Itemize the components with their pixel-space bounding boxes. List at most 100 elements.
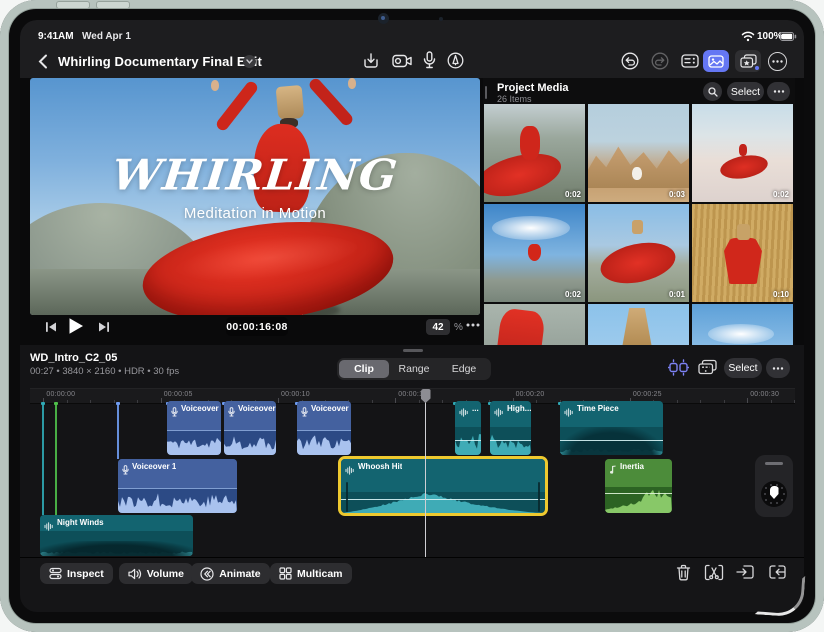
zoom-level-value[interactable]: 42	[426, 319, 450, 335]
timeline-clip-inertia[interactable]: Inertia	[605, 459, 672, 513]
panel-resize-handle[interactable]	[485, 86, 487, 99]
play-button[interactable]	[68, 317, 84, 335]
thumb-figure	[708, 324, 774, 344]
search-icon[interactable]	[703, 82, 722, 101]
media-thumbnail[interactable]: 0:02	[692, 104, 793, 202]
media-thumbnail[interactable]	[484, 304, 585, 345]
media-thumbnail[interactable]: 0:02	[484, 104, 585, 202]
volume-button[interactable]: Volume	[118, 563, 193, 584]
video-viewer[interactable]: WHIRLING Meditation in Motion	[30, 78, 480, 315]
timeline-clip-voiceover-2[interactable]: Voiceover 2	[167, 401, 221, 455]
timeline-drag-handle[interactable]	[403, 349, 423, 352]
media-more-icon[interactable]	[767, 82, 790, 101]
jog-tick	[765, 498, 768, 501]
timeline-clip--[interactable]: ...	[455, 401, 481, 455]
clip-label: Inertia	[620, 462, 645, 471]
timeline-clip-voiceover-2[interactable]: Voiceover 2	[224, 401, 276, 455]
timecode-display[interactable]: 00:00:16:08	[226, 317, 288, 336]
blade-cut-icon[interactable]	[704, 564, 724, 581]
skip-back-icon[interactable]	[45, 321, 57, 333]
stickers-icon[interactable]	[735, 50, 761, 72]
segment-edge[interactable]: Edge	[439, 360, 489, 378]
back-button[interactable]	[38, 54, 48, 69]
thumb-figure-2	[737, 224, 750, 240]
jog-tick	[770, 502, 773, 505]
clip-header: Time Piece	[560, 401, 663, 427]
timeline-clip-voiceover-1[interactable]: Voiceover 1	[118, 459, 237, 513]
browser-icon[interactable]	[681, 54, 699, 68]
ruler-tick	[113, 400, 115, 403]
ruler-tick	[418, 400, 420, 403]
camera-icon[interactable]	[392, 54, 413, 68]
ruler-tick	[395, 398, 397, 403]
more-icon[interactable]	[768, 52, 787, 71]
volume-button-down	[96, 1, 130, 9]
dancer-hat	[275, 84, 305, 121]
timeline-clip-time-piece[interactable]: Time Piece	[560, 401, 663, 455]
media-browser-icon[interactable]	[703, 50, 729, 72]
clip-header: High...	[490, 401, 531, 427]
skip-forward-icon[interactable]	[98, 321, 110, 333]
thumb-figure	[596, 236, 680, 290]
jog-handle	[765, 462, 783, 465]
clip-label: Voiceover 2	[181, 404, 221, 413]
media-thumbnail[interactable]	[588, 304, 689, 345]
mic-icon	[301, 404, 308, 422]
volume-line	[490, 440, 531, 441]
magnetic-timeline-icon[interactable]	[668, 359, 689, 376]
draw-pencil-icon[interactable]	[447, 52, 464, 69]
media-thumbnail[interactable]: 0:03	[588, 104, 689, 202]
redo-icon[interactable]	[651, 52, 669, 70]
animate-button[interactable]: Animate	[191, 563, 270, 584]
media-select-button[interactable]: Select	[727, 82, 764, 101]
dancer-hand-left	[211, 80, 219, 91]
microphone-icon[interactable]	[423, 51, 436, 69]
ruler-tick	[723, 400, 725, 403]
viewer-more-icon[interactable]	[466, 323, 480, 327]
thumb-figure	[724, 238, 762, 284]
timeline-clip-whoosh-hit[interactable]: Whoosh Hit	[338, 456, 548, 516]
media-thumbnail[interactable]: 0:02	[484, 204, 585, 302]
segment-range[interactable]: Range	[389, 360, 439, 378]
connect-clip-icon[interactable]	[698, 359, 718, 375]
jog-dial[interactable]	[761, 481, 787, 507]
wave-icon	[494, 404, 504, 422]
media-thumbnail[interactable]: 0:01	[588, 204, 689, 302]
timeline-clip-night-winds[interactable]: Night Winds	[40, 515, 193, 556]
ruler-tick	[66, 400, 68, 403]
import-icon[interactable]	[363, 52, 379, 69]
clip-label: Whoosh Hit	[358, 462, 403, 471]
timeline-select-button[interactable]: Select	[724, 358, 762, 378]
timeline-clip-voiceover-3[interactable]: Voiceover 3	[297, 401, 351, 455]
media-thumbnail[interactable]: 0:10	[692, 204, 793, 302]
clip-separator-line	[224, 430, 276, 431]
ruler-tick	[747, 398, 749, 403]
jog-wheel[interactable]	[755, 455, 793, 517]
timeline-more-icon[interactable]	[766, 358, 790, 378]
title-chevron-down-icon[interactable]	[243, 55, 256, 68]
project-title[interactable]: Whirling Documentary Final Edit	[58, 54, 262, 69]
segment-clip[interactable]: Clip	[339, 360, 389, 378]
ruler-label: 00:00:00	[46, 391, 76, 398]
multicam-button[interactable]: Multicam	[270, 563, 352, 584]
thumb-figure-2	[528, 244, 541, 261]
media-thumbnail[interactable]	[692, 304, 793, 345]
trash-icon[interactable]	[676, 564, 691, 581]
ruler-tick	[43, 398, 45, 403]
trim-handle-right[interactable]	[538, 482, 540, 512]
inspect-button[interactable]: Inspect	[40, 563, 113, 584]
timeline-clip-high-[interactable]: High...	[490, 401, 531, 455]
bottom-toolbar: Inspect Volume Animate Multicam	[20, 557, 804, 613]
timeline-ruler[interactable]: 00:00:00 00:00:05 00:00:10 00:00:15 00:00:20…	[30, 388, 796, 404]
undo-icon[interactable]	[621, 52, 639, 70]
clip-header: Night Winds	[40, 515, 193, 531]
animate-icon	[200, 566, 214, 581]
inspect-icon	[49, 567, 62, 580]
insert-clip-icon[interactable]	[736, 564, 755, 580]
jog-tick	[780, 487, 783, 490]
ruler-label: 00:00:10	[281, 391, 310, 398]
jog-tick	[763, 493, 766, 495]
clip-separator-line	[167, 430, 221, 431]
mic-hole	[439, 17, 443, 21]
trim-handle-left[interactable]	[346, 482, 348, 512]
